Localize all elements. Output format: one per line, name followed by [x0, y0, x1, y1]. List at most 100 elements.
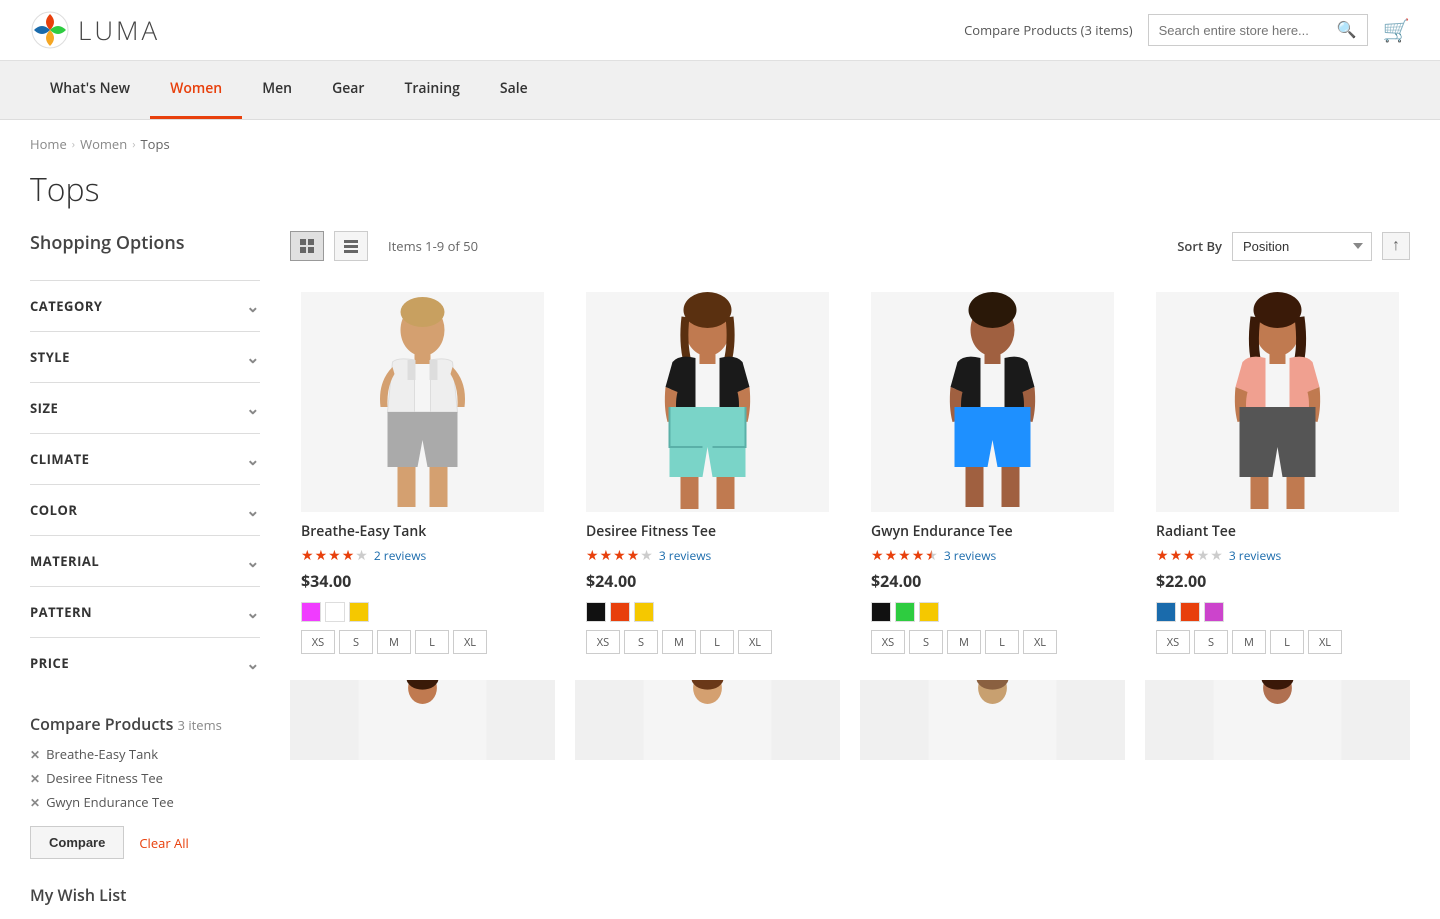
size-l-3[interactable]: L — [985, 630, 1019, 654]
color-swatch-black-2[interactable] — [586, 602, 606, 622]
color-swatch-black-3[interactable] — [871, 602, 891, 622]
cart-icon[interactable]: 🛒 — [1383, 15, 1410, 45]
product-price-4: $22.00 — [1156, 570, 1399, 592]
compare-button[interactable]: Compare — [30, 826, 124, 859]
size-m-1[interactable]: M — [377, 630, 411, 654]
size-xl-3[interactable]: XL — [1023, 630, 1057, 654]
nav-item-sale[interactable]: Sale — [480, 61, 548, 119]
product-reviews-3[interactable]: 3 reviews — [944, 547, 996, 564]
filter-pattern-header[interactable]: PATTERN ⌄ — [30, 587, 260, 637]
color-swatch-pink-4[interactable] — [1204, 602, 1224, 622]
breadcrumb-women[interactable]: Women — [80, 135, 127, 153]
size-m-2[interactable]: M — [662, 630, 696, 654]
bottom-figure-1 — [290, 680, 555, 760]
bottom-product-2[interactable] — [575, 680, 840, 760]
filter-price: PRICE ⌄ — [30, 637, 260, 688]
breadcrumb: Home › Women › Tops — [0, 120, 1440, 168]
size-m-4[interactable]: M — [1232, 630, 1266, 654]
size-xl-1[interactable]: XL — [453, 630, 487, 654]
compare-item-1: ✕ Breathe-Easy Tank — [30, 745, 260, 763]
color-swatch-white-1[interactable] — [325, 602, 345, 622]
bottom-product-3[interactable] — [860, 680, 1125, 760]
product-image-2[interactable] — [586, 292, 829, 512]
size-xs-4[interactable]: XS — [1156, 630, 1190, 654]
size-xl-4[interactable]: XL — [1308, 630, 1342, 654]
filter-category-header[interactable]: CATEGORY ⌄ — [30, 281, 260, 331]
product-name-1[interactable]: Breathe-Easy Tank — [301, 522, 544, 541]
compare-item-2-remove[interactable]: ✕ — [30, 770, 40, 787]
size-xs-3[interactable]: XS — [871, 630, 905, 654]
filter-climate-header[interactable]: CLIMATE ⌄ — [30, 434, 260, 484]
filters-list: CATEGORY ⌄ STYLE ⌄ SIZE ⌄ CLIMATE — [30, 280, 260, 688]
color-swatch-purple-1[interactable] — [301, 602, 321, 622]
nav-item-training[interactable]: Training — [384, 61, 479, 119]
nav-item-gear[interactable]: Gear — [312, 61, 384, 119]
color-swatch-orange-2[interactable] — [610, 602, 630, 622]
size-xl-2[interactable]: XL — [738, 630, 772, 654]
filter-price-header[interactable]: PRICE ⌄ — [30, 638, 260, 688]
color-swatch-orange-4[interactable] — [1180, 602, 1200, 622]
product-reviews-4[interactable]: 3 reviews — [1229, 547, 1281, 564]
product-name-4[interactable]: Radiant Tee — [1156, 522, 1399, 541]
product-image-4[interactable] — [1156, 292, 1399, 512]
product-card-4: Radiant Tee ★ ★ ★ ★ ★ 3 reviews $22.00 — [1145, 281, 1410, 665]
size-s-4[interactable]: S — [1194, 630, 1228, 654]
clear-all-link[interactable]: Clear All — [139, 834, 188, 852]
size-l-1[interactable]: L — [415, 630, 449, 654]
filter-material-header[interactable]: MATERIAL ⌄ — [30, 536, 260, 586]
product-name-2[interactable]: Desiree Fitness Tee — [586, 522, 829, 541]
product-image-1[interactable] — [301, 292, 544, 512]
bottom-product-1[interactable] — [290, 680, 555, 760]
size-s-2[interactable]: S — [624, 630, 658, 654]
filter-color-header[interactable]: COLOR ⌄ — [30, 485, 260, 535]
filter-size-chevron: ⌄ — [246, 397, 260, 419]
breadcrumb-current: Tops — [141, 135, 170, 153]
bottom-figure-2 — [575, 680, 840, 760]
product-colors-4 — [1156, 602, 1399, 622]
product-rating-3: ★ ★ ★ ★ ★ 3 reviews — [871, 546, 1114, 565]
sort-asc-button[interactable]: ↑ — [1382, 232, 1410, 260]
color-swatch-yellow-3[interactable] — [919, 602, 939, 622]
search-input[interactable] — [1159, 23, 1337, 38]
header: LUMA Compare Products (3 items) 🔍 🛒 — [0, 0, 1440, 61]
grid-view-button[interactable] — [290, 231, 324, 261]
product-price-1: $34.00 — [301, 570, 544, 592]
size-l-4[interactable]: L — [1270, 630, 1304, 654]
breadcrumb-home[interactable]: Home — [30, 135, 67, 153]
color-swatch-green-3[interactable] — [895, 602, 915, 622]
size-xs-2[interactable]: XS — [586, 630, 620, 654]
nav-item-women[interactable]: Women — [150, 61, 242, 119]
filter-category: CATEGORY ⌄ — [30, 280, 260, 331]
product-colors-2 — [586, 602, 829, 622]
color-swatch-yellow-1[interactable] — [349, 602, 369, 622]
filter-climate-chevron: ⌄ — [246, 448, 260, 470]
search-button[interactable]: 🔍 — [1337, 20, 1357, 40]
filter-size-header[interactable]: SIZE ⌄ — [30, 383, 260, 433]
product-reviews-1[interactable]: 2 reviews — [374, 547, 426, 564]
list-view-button[interactable] — [334, 231, 368, 261]
bottom-product-4[interactable] — [1145, 680, 1410, 760]
compare-item-3-remove[interactable]: ✕ — [30, 794, 40, 811]
size-m-3[interactable]: M — [947, 630, 981, 654]
product-name-3[interactable]: Gwyn Endurance Tee — [871, 522, 1114, 541]
size-xs-1[interactable]: XS — [301, 630, 335, 654]
color-swatch-yellow-2[interactable] — [634, 602, 654, 622]
shopping-options-title: Shopping Options — [30, 231, 260, 265]
items-count: Items 1-9 of 50 — [388, 237, 478, 255]
main-nav: What's New Women Men Gear Training Sale — [0, 61, 1440, 120]
size-s-3[interactable]: S — [909, 630, 943, 654]
nav-item-whats-new[interactable]: What's New — [30, 61, 150, 119]
compare-item-1-remove[interactable]: ✕ — [30, 746, 40, 763]
size-s-1[interactable]: S — [339, 630, 373, 654]
sort-select[interactable]: Position Product Name Price — [1232, 232, 1372, 261]
product-image-3[interactable] — [871, 292, 1114, 512]
nav-item-men[interactable]: Men — [242, 61, 312, 119]
bottom-row — [290, 680, 1410, 760]
size-l-2[interactable]: L — [700, 630, 734, 654]
filter-style-header[interactable]: STYLE ⌄ — [30, 332, 260, 382]
product-reviews-2[interactable]: 3 reviews — [659, 547, 711, 564]
compare-item-2: ✕ Desiree Fitness Tee — [30, 769, 260, 787]
logo[interactable]: LUMA — [30, 10, 160, 50]
color-swatch-blue-4[interactable] — [1156, 602, 1176, 622]
logo-icon — [30, 10, 70, 50]
